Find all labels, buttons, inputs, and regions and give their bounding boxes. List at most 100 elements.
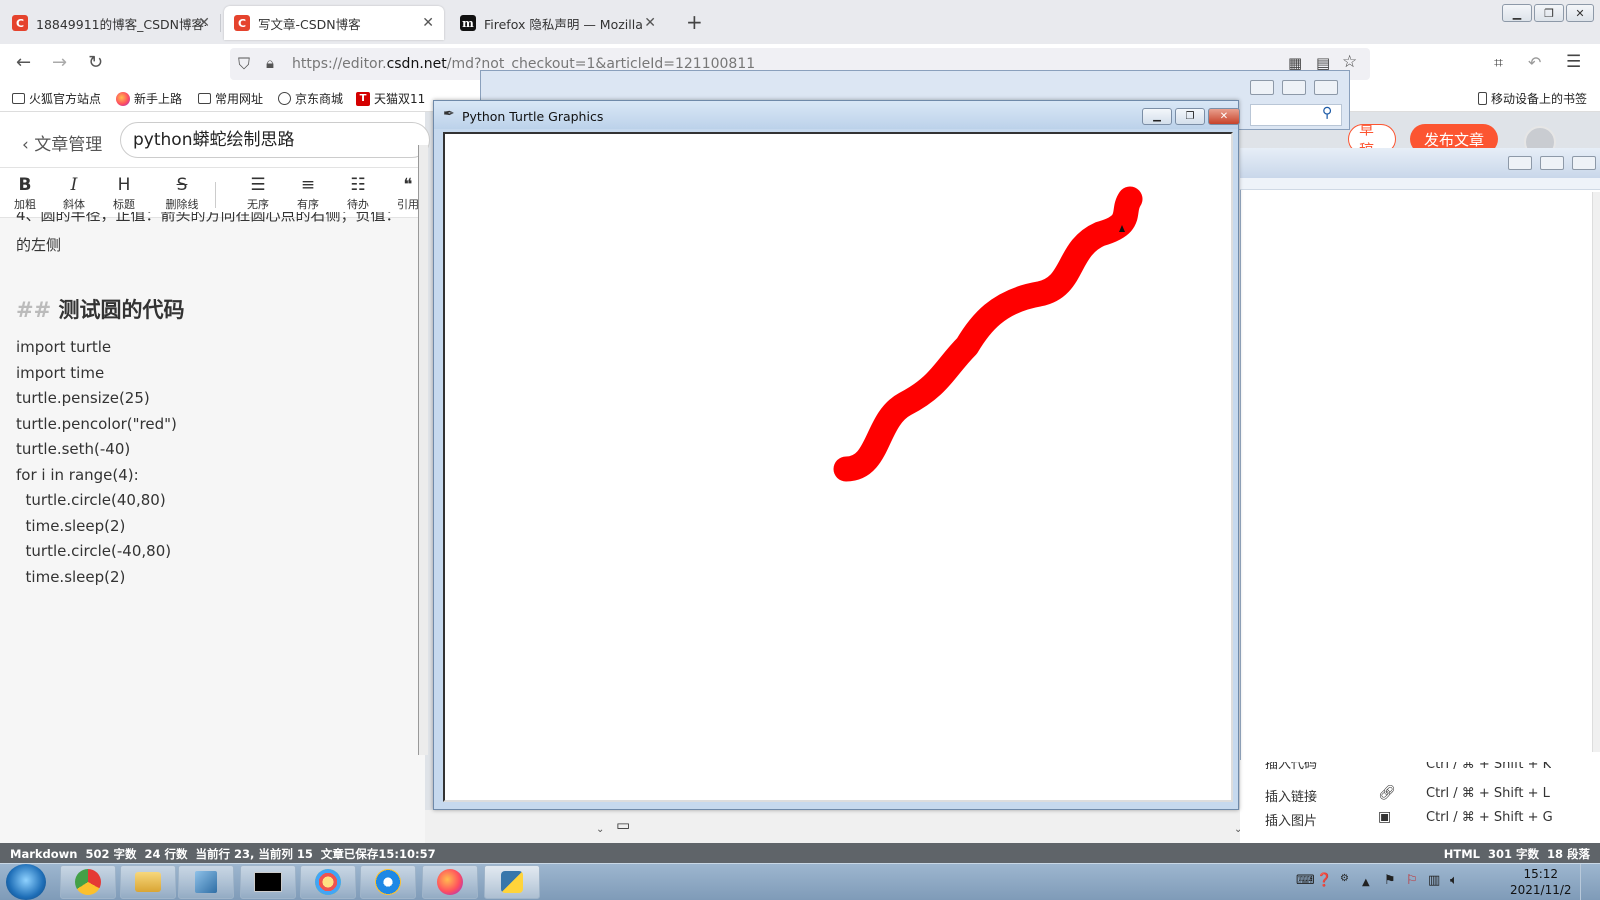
code-line: import turtle [16,338,112,356]
clock[interactable]: 15:12 2021/11/2 [1510,866,1572,898]
background-window [1240,148,1600,848]
taskbar-cmd[interactable] [240,865,296,899]
tab-label: 写文章-CSDN博客 [258,16,361,32]
taskbar-chrome[interactable] [60,865,116,899]
link-icon: 🔗︎ [1378,785,1396,801]
tab-write-article[interactable]: C 写文章-CSDN博客 ✕ [224,6,444,40]
editor-bottom-strip [425,810,1245,843]
mozilla-icon: m [460,15,476,31]
taskbar-paint[interactable] [300,865,356,899]
new-tab-button[interactable]: + [686,10,703,34]
code-line: turtle.pensize(25) [16,389,150,407]
ordered-list-button[interactable]: ≡ 有序 [288,174,328,212]
unordered-list-button[interactable]: ☰ 无序 [238,174,278,212]
taskbar-ie[interactable] [360,865,416,899]
folder-icon [135,872,161,892]
globe-icon [278,92,291,105]
close-window-button[interactable]: ✕ [1208,108,1240,125]
mobile-bookmarks[interactable]: 移动设备上的书签 [1478,90,1587,107]
volume-icon[interactable]: 🔈︎ [1450,873,1458,888]
cmd-icon [254,872,282,892]
back-arrow-icon[interactable]: ← [16,52,31,73]
minimize-button[interactable]: ▁ [1502,4,1532,22]
turtle-drawing [833,186,1143,482]
firefox-icon [437,869,463,895]
feather-icon: ✒ [443,106,455,122]
flag-icon[interactable]: ⚑ [1384,873,1396,888]
shortcut-key: Ctrl / ⌘ + Shift + G [1426,810,1553,825]
article-title-input[interactable]: python蟒蛇绘制思路 [120,122,430,158]
heading-button[interactable]: H 标题 [104,174,144,212]
editor-splitter[interactable] [418,145,428,755]
code-line: turtle.pencolor("red") [16,414,177,433]
star-icon[interactable]: ☆ [1342,52,1357,72]
code-line: time.sleep(2) [16,516,126,535]
tab-csdn-blog[interactable]: C 18849911的博客_CSDN博客-领 ✕ [2,6,221,40]
taskbar-python[interactable] [484,865,540,899]
shortcut-label: 插入链接 [1265,790,1318,805]
snake-line [833,186,1143,482]
bookmark-item[interactable]: 京东商城 [278,90,343,107]
preview-icon[interactable]: ▭ [616,816,630,834]
taskbar-notepad[interactable] [178,865,234,899]
mobile-icon [1478,92,1487,105]
folder-icon [198,93,211,104]
window-title: Python Turtle Graphics [462,109,604,124]
bookmark-item[interactable]: T 天猫双11 [356,90,425,107]
show-desktop-button[interactable] [1580,864,1598,900]
start-button[interactable] [6,864,46,900]
network-icon[interactable]: ▥ [1428,873,1440,888]
close-icon[interactable]: ✕ [198,15,210,31]
close-icon[interactable]: ✕ [644,15,656,31]
reload-icon[interactable]: ↻ [88,52,103,73]
restore-button[interactable]: ❐ [1175,108,1205,125]
editor-heading: ## 测试圆的代码 [16,298,185,322]
close-icon[interactable]: ✕ [422,15,434,31]
restore-button[interactable] [1282,80,1306,95]
bold-button[interactable]: B 加粗 [5,174,45,212]
chrome-icon [75,869,101,895]
undo-icon[interactable]: ↶ [1528,53,1541,72]
close-window-button[interactable]: ✕ [1566,4,1594,22]
folder-icon [12,93,25,104]
taskbar-explorer[interactable] [120,865,176,899]
help-icon[interactable]: ❓ [1316,873,1332,888]
minimize-button[interactable]: ▁ [1142,108,1172,125]
code-line: turtle.seth(-40) [16,440,131,458]
action-center-icon[interactable]: ⚐ [1406,873,1418,888]
code-line: for i in range(4): [16,465,139,484]
forward-arrow-icon[interactable]: → [52,52,67,73]
window-menubar [1240,178,1600,190]
bookmark-item[interactable]: 常用网址 [198,90,263,107]
scrollbar[interactable] [1592,192,1600,752]
chevron-up-icon[interactable]: ▲ [1362,877,1370,888]
tab-firefox-privacy[interactable]: m Firefox 隐私声明 — Mozilla ✕ [450,6,666,40]
bookmark-item[interactable]: 新手上路 [116,90,182,107]
strikethrough-button[interactable]: S 删除线 [160,174,204,212]
menu-icon[interactable]: ☰ [1566,52,1581,72]
keyboard-icon[interactable]: ⌨ [1296,873,1315,888]
shortcut-label: 插入代码 [1265,762,1318,772]
settings-icon[interactable]: ⚙ [1340,873,1349,884]
close-window-button[interactable] [1572,156,1596,170]
code-line: time.sleep(2) [16,567,126,586]
restore-button[interactable]: ❐ [1534,4,1564,22]
shield-icon[interactable]: ⛉ [238,54,250,74]
close-window-button[interactable] [1314,80,1338,95]
restore-button[interactable] [1540,156,1564,170]
status-right: HTML 301 字数 18 段落 [1443,847,1590,861]
minimize-button[interactable] [1508,156,1532,170]
screenshot-icon[interactable]: ⌗ [1494,53,1503,73]
search-icon[interactable]: ⚲ [1322,105,1332,121]
chevron-down-icon[interactable]: ⌄ [596,824,604,835]
shortcut-label: 插入图片 [1265,814,1318,829]
code-line: turtle.circle(-40,80) [16,542,172,560]
article-management-link[interactable]: ‹ 文章管理 [22,130,102,155]
todo-list-button[interactable]: ☷ 待办 [338,174,378,212]
lock-icon: 🔒︎ [266,54,274,72]
bookmark-item[interactable]: 火狐官方站点 [12,90,101,107]
minimize-button[interactable] [1250,80,1274,95]
chevron-left-icon: ‹ [22,135,35,155]
taskbar-firefox[interactable] [422,865,478,899]
italic-button[interactable]: I 斜体 [54,174,94,212]
